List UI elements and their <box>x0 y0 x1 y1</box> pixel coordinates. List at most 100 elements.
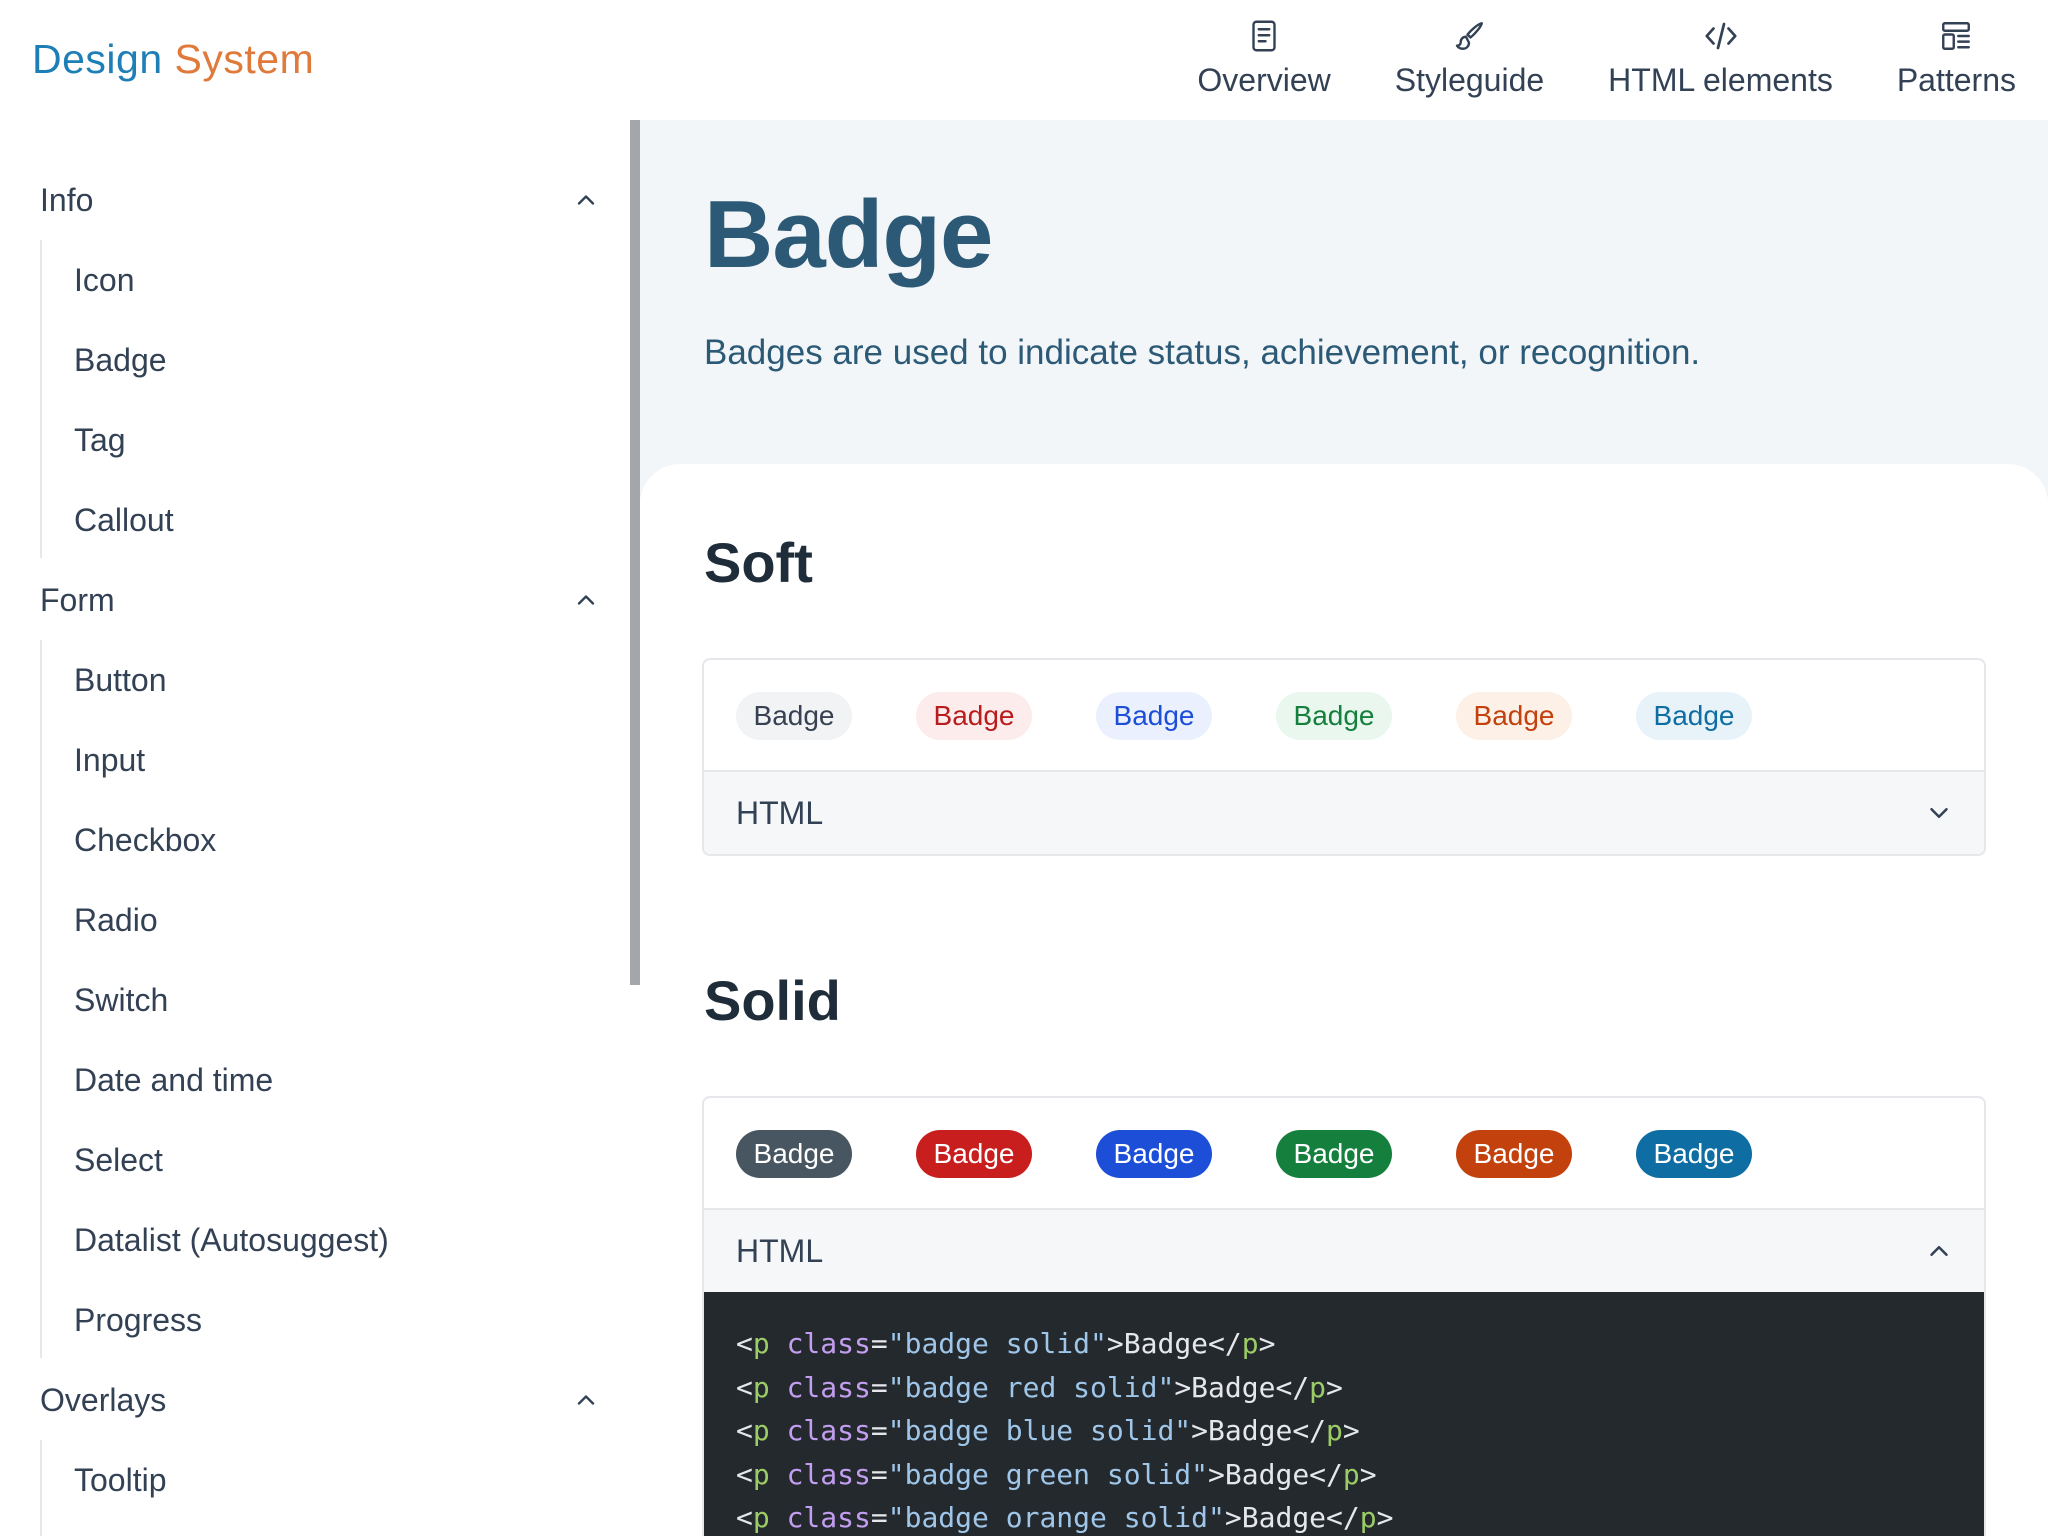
code-attr: class <box>786 1370 871 1404</box>
code-tag: p <box>1359 1501 1377 1534</box>
page-title: Badge <box>704 181 993 288</box>
soft-badge-default: Badge <box>736 692 852 740</box>
code-icon <box>1704 22 1737 50</box>
solid-badge-green: Badge <box>1276 1130 1392 1178</box>
sidebar-group-info[interactable]: Info <box>40 170 600 230</box>
code-attr: class <box>786 1414 871 1447</box>
code-tag: p <box>1342 1457 1360 1491</box>
sidebar-scrollbar[interactable] <box>630 120 640 985</box>
code-string: "badge red solid" <box>887 1370 1175 1404</box>
soft-badge-orange: Badge <box>1456 692 1572 740</box>
code-punct: = <box>870 1457 888 1491</box>
sidebar-group-label: Info <box>40 181 94 218</box>
code-text: >Badge</ <box>1174 1370 1310 1404</box>
nav-html-elements[interactable]: HTML elements <box>1608 0 1833 120</box>
sidebar-item-badge[interactable]: Badge <box>74 330 167 390</box>
code-line: <p class="badge orange solid">Badge</p> <box>736 1496 1952 1536</box>
header: Design System Overview Styleguide HTML e… <box>0 0 2048 120</box>
main-content: Badge Badges are used to indicate status… <box>640 120 2048 1536</box>
code-string: "badge blue solid" <box>887 1414 1192 1447</box>
section-title-soft: Soft <box>704 531 813 594</box>
sidebar-item-tooltip[interactable]: Tooltip <box>74 1450 167 1510</box>
code-text: >Badge</ <box>1106 1327 1242 1360</box>
soft-demo-box: Badge Badge Badge Badge Badge Badge HTML <box>702 658 1986 856</box>
sidebar-group-divider <box>40 240 42 558</box>
code-punct: = <box>870 1501 888 1534</box>
sidebar-item-datalist[interactable]: Datalist (Autosuggest) <box>74 1210 389 1270</box>
code-tag: p <box>1309 1370 1327 1404</box>
content-card: Soft Badge Badge Badge Badge Badge Badge… <box>640 464 2048 1536</box>
sidebar-item-progress[interactable]: Progress <box>74 1290 202 1350</box>
code-attr: class <box>786 1501 871 1534</box>
sidebar-item-select[interactable]: Select <box>74 1130 163 1190</box>
solid-badge-orange: Badge <box>1456 1130 1572 1178</box>
soft-badge-green: Badge <box>1276 692 1392 740</box>
sidebar-item-checkbox[interactable]: Checkbox <box>74 810 216 870</box>
code-punct: < <box>736 1370 753 1404</box>
soft-html-accordion[interactable]: HTML <box>704 772 1984 854</box>
code-tag: p <box>1241 1327 1259 1360</box>
code-string: "badge green solid" <box>887 1457 1209 1491</box>
chevron-up-icon <box>577 1395 595 1405</box>
code-punct: > <box>1359 1457 1377 1491</box>
sidebar-item-input[interactable]: Input <box>74 730 145 790</box>
page-description: Badges are used to indicate status, achi… <box>704 333 1701 372</box>
logo[interactable]: Design System <box>32 36 314 83</box>
chevron-up-icon <box>577 195 595 205</box>
sidebar-item-date-and-time[interactable]: Date and time <box>74 1050 273 1110</box>
sidebar-item-icon[interactable]: Icon <box>74 250 134 310</box>
code-punct: = <box>870 1327 888 1360</box>
soft-badge-row: Badge Badge Badge Badge Badge Badge <box>704 660 1984 772</box>
code-block[interactable]: <p class="badge solid">Badge</p> <p class… <box>704 1292 1984 1536</box>
sidebar-item-switch[interactable]: Switch <box>74 970 168 1030</box>
layout-icon <box>1942 22 1971 50</box>
code-text: >Badge</ <box>1191 1414 1327 1447</box>
nav-overview-label: Overview <box>1197 62 1331 98</box>
code-string: "badge solid" <box>887 1327 1107 1360</box>
solid-badge-red: Badge <box>916 1130 1032 1178</box>
nav-patterns-label: Patterns <box>1896 62 2016 98</box>
chevron-down-icon <box>1930 808 1948 818</box>
code-tag: p <box>752 1457 770 1491</box>
sidebar-group-label: Form <box>40 581 115 618</box>
sidebar-group-label: Overlays <box>40 1381 167 1418</box>
code-tag: p <box>752 1370 770 1404</box>
chevron-up-icon <box>577 595 595 605</box>
solid-badge-row: Badge Badge Badge Badge Badge Badge <box>704 1098 1984 1210</box>
soft-badge-cyan: Badge <box>1636 692 1752 740</box>
code-attr: class <box>786 1327 871 1360</box>
sidebar-group-form[interactable]: Form <box>40 570 600 630</box>
solid-html-accordion[interactable]: HTML <box>704 1210 1984 1292</box>
code-tag: p <box>752 1327 770 1360</box>
code-line: <p class="badge solid">Badge</p> <box>736 1322 1952 1366</box>
sidebar: Info Icon Badge Tag Callout Form Button … <box>0 120 640 1536</box>
sidebar-item-tag[interactable]: Tag <box>74 410 126 470</box>
sidebar-item-radio[interactable]: Radio <box>74 890 158 950</box>
accordion-label: HTML <box>736 794 824 831</box>
top-navigation: Overview Styleguide HTML elements Patter… <box>1197 0 2048 120</box>
sidebar-group-overlays[interactable]: Overlays <box>40 1370 600 1430</box>
sidebar-group-divider <box>40 640 42 1358</box>
code-punct: = <box>870 1370 888 1404</box>
nav-styleguide-label: Styleguide <box>1394 62 1545 98</box>
sidebar-item-button[interactable]: Button <box>74 650 167 710</box>
code-punct: > <box>1326 1370 1343 1404</box>
document-icon <box>1252 20 1276 52</box>
code-punct: = <box>870 1414 888 1447</box>
sidebar-group-divider <box>40 1440 42 1536</box>
code-punct: < <box>736 1327 753 1360</box>
nav-patterns[interactable]: Patterns <box>1897 0 2016 120</box>
code-punct: > <box>1258 1327 1276 1360</box>
nav-styleguide[interactable]: Styleguide <box>1395 0 1544 120</box>
code-punct: > <box>1376 1501 1394 1534</box>
sidebar-item-callout[interactable]: Callout <box>74 490 174 550</box>
nav-html-elements-label: HTML elements <box>1608 62 1833 98</box>
code-line: <p class="badge green solid">Badge</p> <box>736 1453 1952 1497</box>
code-punct: < <box>736 1457 753 1491</box>
nav-overview[interactable]: Overview <box>1197 0 1331 120</box>
